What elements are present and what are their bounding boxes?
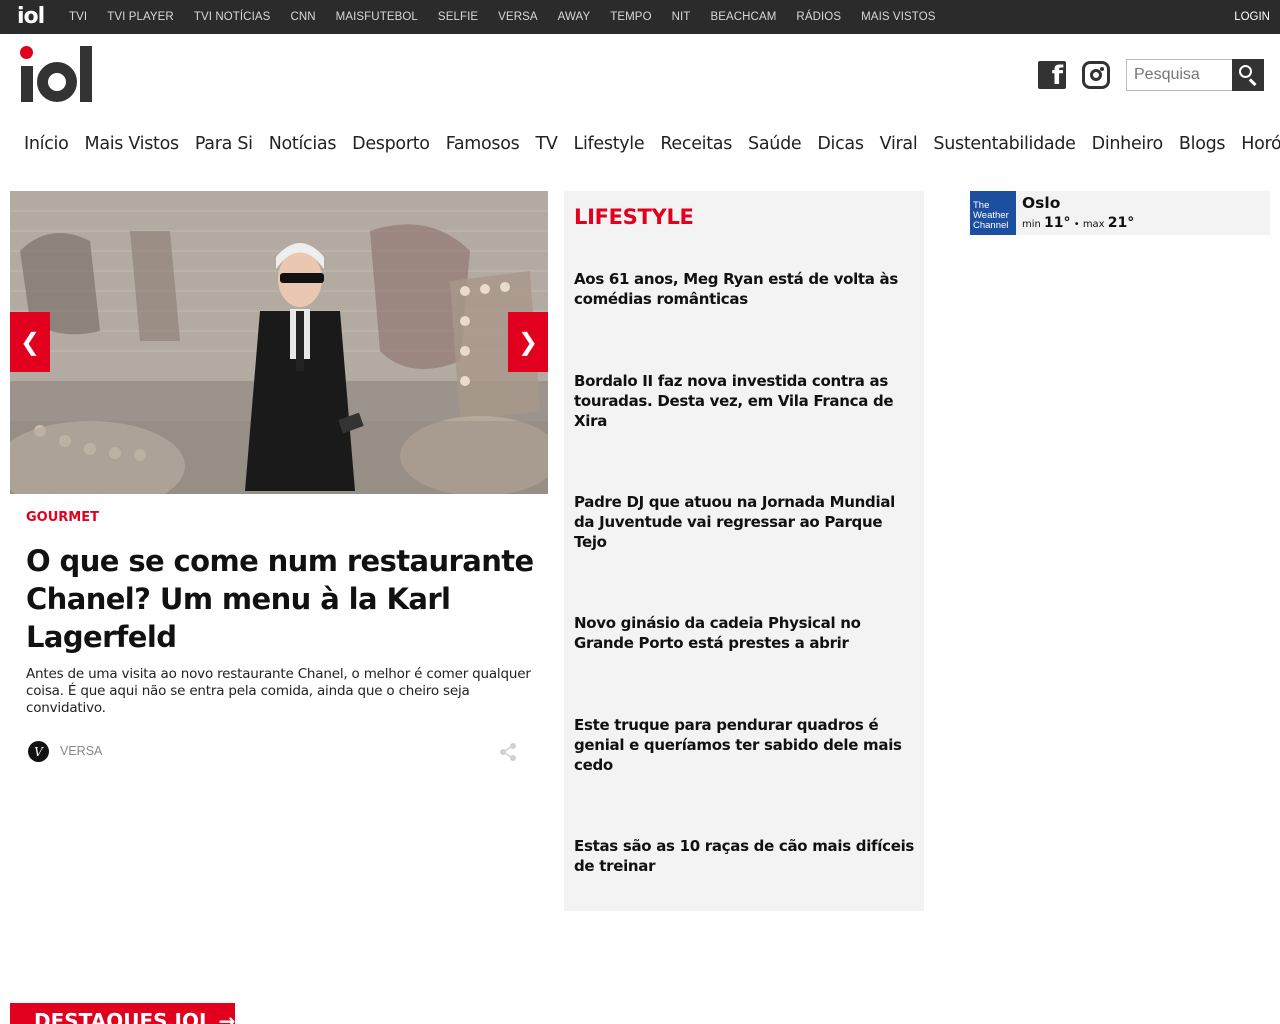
network-link-tvi[interactable]: TVI xyxy=(69,11,87,23)
main-nav: Início Mais Vistos Para Si Notícias Desp… xyxy=(24,134,1280,154)
logo-letter-o xyxy=(37,62,77,102)
nav-item-tv[interactable]: TV xyxy=(535,134,557,154)
network-link-tvi-player[interactable]: TVI PLAYER xyxy=(107,11,174,23)
article-lead: Antes de uma visita ao novo restaurante … xyxy=(26,666,531,716)
top-network-bar: iol TVI TVI PLAYER TVI NOTÍCIAS CNN MAIS… xyxy=(0,0,1280,34)
nav-item-sustentabilidade[interactable]: Sustentabilidade xyxy=(933,134,1076,154)
facebook-icon[interactable]: f xyxy=(1038,61,1066,91)
article-headline[interactable]: O que se come num restaurante Chanel? Um… xyxy=(26,542,536,656)
logo-letter-l xyxy=(80,46,92,102)
nav-item-dinheiro[interactable]: Dinheiro xyxy=(1092,134,1164,154)
nav-item-viral[interactable]: Viral xyxy=(880,134,918,154)
hero-image[interactable] xyxy=(10,191,548,494)
network-link-mais-vistos[interactable]: MAIS VISTOS xyxy=(861,11,935,23)
nav-item-horoscopo[interactable]: Horóscopo xyxy=(1241,134,1280,154)
list-item[interactable]: Bordalo II faz nova investida contra as … xyxy=(574,371,916,431)
instagram-icon[interactable] xyxy=(1082,61,1110,89)
nav-item-inicio[interactable]: Início xyxy=(24,134,69,154)
network-link-maisfutebol[interactable]: MAISFUTEBOL xyxy=(336,11,418,23)
nav-item-saude[interactable]: Saúde xyxy=(748,134,802,154)
logo-letter-i xyxy=(20,46,33,104)
search-button[interactable] xyxy=(1232,59,1264,91)
nav-item-desporto[interactable]: Desporto xyxy=(352,134,430,154)
weather-temperatures: min 11° • max 21° xyxy=(1022,215,1135,231)
network-link-tvi-noticias[interactable]: TVI NOTÍCIAS xyxy=(194,11,271,23)
weather-widget[interactable]: The Weather Channel Oslo min 11° • max 2… xyxy=(970,191,1270,235)
network-link-selfie[interactable]: SELFIE xyxy=(438,11,478,23)
nav-item-blogs[interactable]: Blogs xyxy=(1179,134,1226,154)
weather-city: Oslo xyxy=(1022,194,1061,212)
network-link-tempo[interactable]: TEMPO xyxy=(610,11,651,23)
destaques-iol-banner[interactable]: DESTAQUES IOL → xyxy=(10,1003,235,1024)
article-source[interactable]: VERSA xyxy=(60,744,102,758)
network-link-nit[interactable]: NIT xyxy=(672,11,691,23)
carousel-next-button[interactable]: ❯ xyxy=(508,312,548,372)
nav-item-receitas[interactable]: Receitas xyxy=(660,134,732,154)
search-icon xyxy=(1239,65,1252,78)
network-links: TVI TVI PLAYER TVI NOTÍCIAS CNN MAISFUTE… xyxy=(69,11,956,23)
versa-logo-icon: V xyxy=(28,741,49,762)
list-item[interactable]: Este truque para pendurar quadros é geni… xyxy=(574,715,916,775)
weather-max: 21° xyxy=(1107,215,1135,231)
nav-item-noticias[interactable]: Notícias xyxy=(269,134,337,154)
share-icon[interactable] xyxy=(498,742,518,762)
iol-logo[interactable] xyxy=(20,46,92,104)
network-link-radios[interactable]: RÁDIOS xyxy=(796,11,841,23)
nav-item-para-si[interactable]: Para Si xyxy=(195,134,253,154)
iol-mini-logo[interactable]: iol xyxy=(17,6,45,28)
network-link-versa[interactable]: VERSA xyxy=(498,11,538,23)
lifestyle-section: LIFESTYLE Aos 61 anos, Meg Ryan está de … xyxy=(564,191,924,911)
nav-item-mais-vistos[interactable]: Mais Vistos xyxy=(85,134,180,154)
nav-item-lifestyle[interactable]: Lifestyle xyxy=(574,134,645,154)
list-item[interactable]: Estas são as 10 raças de cão mais difíce… xyxy=(574,836,916,876)
login-link[interactable]: LOGIN xyxy=(1234,11,1270,23)
nav-item-dicas[interactable]: Dicas xyxy=(817,134,864,154)
weather-min: 11° xyxy=(1044,215,1071,231)
network-link-away[interactable]: AWAY xyxy=(558,11,591,23)
list-item[interactable]: Aos 61 anos, Meg Ryan está de volta às c… xyxy=(574,269,916,309)
article-category[interactable]: GOURMET xyxy=(26,510,99,525)
carousel-prev-button[interactable]: ❮ xyxy=(10,312,50,372)
nav-item-famosos[interactable]: Famosos xyxy=(446,134,520,154)
network-link-beachcam[interactable]: BEACHCAM xyxy=(710,11,776,23)
weather-channel-logo: The Weather Channel xyxy=(970,191,1016,235)
section-title[interactable]: LIFESTYLE xyxy=(574,205,694,229)
search-input[interactable] xyxy=(1126,59,1232,91)
list-item[interactable]: Novo ginásio da cadeia Physical no Grand… xyxy=(574,613,916,653)
list-item[interactable]: Padre DJ que atuou na Jornada Mundial da… xyxy=(574,492,916,552)
network-link-cnn[interactable]: CNN xyxy=(290,11,315,23)
